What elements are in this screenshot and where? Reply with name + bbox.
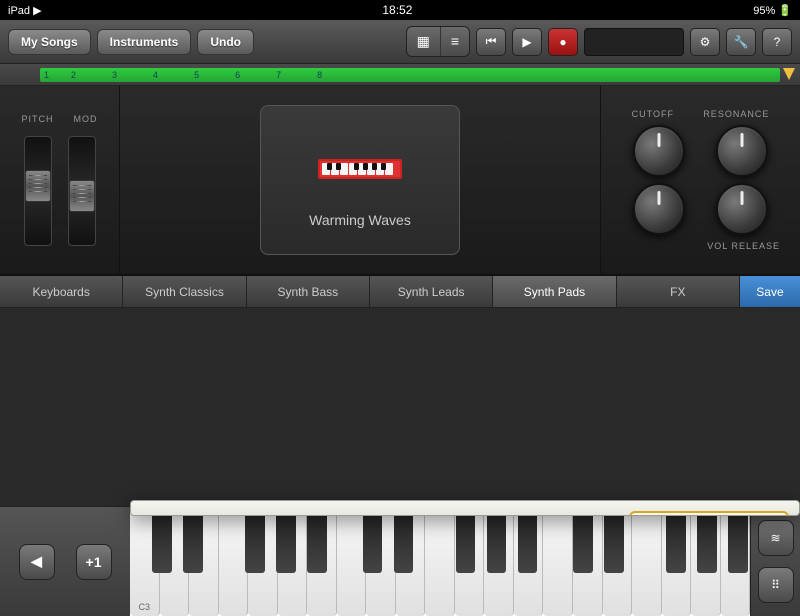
prev-button[interactable]: ◀: [19, 544, 55, 580]
status-left: iPad ▶: [8, 4, 42, 17]
resonance-knob-2[interactable]: [716, 183, 768, 235]
key-fs3[interactable]: [245, 508, 265, 573]
right-toolbar-icons: ⚙ 🔧 ?: [690, 28, 792, 56]
right-controls: CUTOFF RESONANCE VOL RELEASE: [600, 86, 800, 274]
preset-warming-waves[interactable]: Warming Waves: [629, 511, 790, 516]
center-display: Warming Waves: [120, 86, 600, 274]
my-songs-button[interactable]: My Songs: [8, 29, 91, 55]
status-bar: iPad ▶ 18:52 95% 🔋: [0, 0, 800, 20]
preset-chill-pad[interactable]: Chill Pad: [141, 511, 302, 516]
transport-controls: ⏮ ▶ ●: [476, 28, 684, 56]
key-as3[interactable]: [307, 508, 327, 573]
preset-tabs: Keyboards Synth Classics Synth Bass Synt…: [0, 276, 800, 308]
tab-synth-classics[interactable]: Synth Classics: [123, 276, 246, 307]
preset-moonrise[interactable]: Moonrise: [466, 511, 627, 516]
pitch-mod-controls: PITCH MOD: [0, 86, 120, 274]
cutoff-label: CUTOFF: [632, 109, 674, 119]
preset-grid: Chill Pad: [131, 501, 799, 516]
tab-fx[interactable]: FX: [617, 276, 740, 307]
chord-icon[interactable]: ⠿: [758, 567, 794, 603]
resonance-knob[interactable]: [716, 125, 768, 177]
synth-area: PITCH MOD: [0, 86, 800, 276]
key-gs5[interactable]: [697, 508, 717, 573]
wrench-icon[interactable]: 🔧: [726, 28, 756, 56]
key-ds5[interactable]: [604, 508, 624, 573]
rewind-button[interactable]: ⏮: [476, 28, 506, 56]
pitch-slider[interactable]: [24, 136, 52, 246]
key-cs5[interactable]: [573, 508, 593, 573]
knob-labels: CUTOFF RESONANCE: [617, 109, 784, 119]
view-toggle-group: ▦ ≡: [406, 26, 470, 57]
knobs-bottom-row: [617, 183, 784, 235]
instruments-button[interactable]: Instruments: [97, 29, 192, 55]
battery-label: 95% 🔋: [753, 4, 792, 17]
status-right: 95% 🔋: [753, 4, 792, 17]
mod-label: MOD: [74, 114, 98, 124]
resonance-label: RESONANCE: [703, 109, 769, 119]
instrument-image: [310, 132, 410, 202]
record-button[interactable]: ●: [548, 28, 578, 56]
play-button[interactable]: ▶: [512, 28, 542, 56]
mod-slider[interactable]: [68, 136, 96, 246]
cutoff-knob[interactable]: [633, 125, 685, 177]
lcd-display: [584, 28, 684, 56]
timeline[interactable]: 1 2 3 4 5 6 7 8: [0, 64, 800, 86]
key-gs4[interactable]: [487, 508, 507, 573]
key-cs3[interactable]: [152, 508, 172, 573]
vol-release-label: VOL RELEASE: [617, 241, 784, 251]
main-content: Chill Pad: [0, 308, 800, 616]
pitch-mod-labels: PITCH MOD: [22, 114, 98, 124]
instrument-name: Warming Waves: [309, 212, 411, 228]
pitch-label: PITCH: [22, 114, 54, 124]
knobs-top-row: [617, 125, 784, 177]
key-as4[interactable]: [518, 508, 538, 573]
sliders-row: [24, 136, 96, 246]
cutoff-knob-2[interactable]: [633, 183, 685, 235]
grid-view-icon[interactable]: ▦: [407, 27, 441, 56]
pitch-thumb[interactable]: [25, 170, 51, 202]
tab-synth-bass[interactable]: Synth Bass: [247, 276, 370, 307]
tab-save[interactable]: Save: [740, 276, 800, 307]
key-ds3[interactable]: [183, 508, 203, 573]
key-cs4[interactable]: [363, 508, 383, 573]
preset-panel: Chill Pad: [130, 500, 800, 516]
tab-synth-pads[interactable]: Synth Pads: [493, 276, 616, 307]
mod-thumb[interactable]: [69, 180, 95, 212]
preset-ethereal-rhythm[interactable]: Ethereal Rhythm: [304, 511, 465, 516]
plus-one-button[interactable]: +1: [76, 544, 112, 580]
help-icon[interactable]: ?: [762, 28, 792, 56]
list-view-icon[interactable]: ≡: [441, 27, 469, 56]
undo-button[interactable]: Undo: [197, 29, 254, 55]
status-time: 18:52: [382, 3, 412, 17]
key-fs4[interactable]: [456, 508, 476, 573]
arpeggio-icon[interactable]: ≋: [758, 520, 794, 556]
key-fs5[interactable]: [666, 508, 686, 573]
instrument-box: Warming Waves: [260, 105, 460, 255]
mixer-icon[interactable]: ⚙: [690, 28, 720, 56]
key-as5[interactable]: [728, 508, 748, 573]
timeline-pin: [783, 68, 795, 80]
toolbar: My Songs Instruments Undo ▦ ≡ ⏮ ▶ ● ⚙ 🔧 …: [0, 20, 800, 64]
tab-keyboards[interactable]: Keyboards: [0, 276, 123, 307]
key-c3-label: C3: [139, 602, 151, 612]
key-ds4[interactable]: [394, 508, 414, 573]
ipad-label: iPad ▶: [8, 4, 42, 17]
key-gs3[interactable]: [276, 508, 296, 573]
tab-synth-leads[interactable]: Synth Leads: [370, 276, 493, 307]
